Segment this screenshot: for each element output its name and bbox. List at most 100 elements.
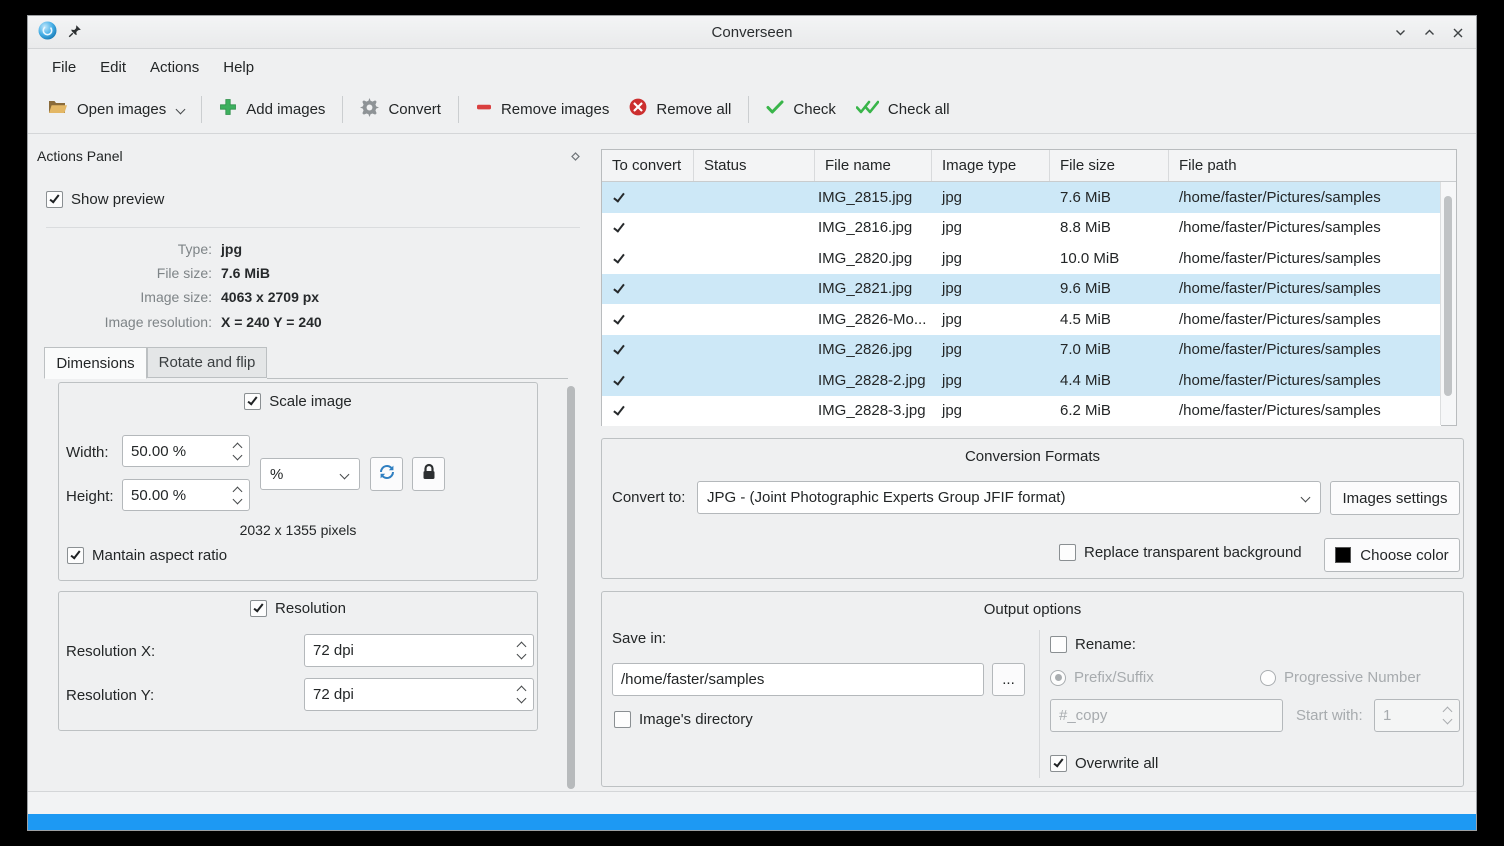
table-row[interactable]: IMG_2826-Mo... jpg 4.5 MiB /home/faster/…: [602, 304, 1441, 335]
cell-image-type: jpg: [932, 311, 1050, 328]
height-label: Height:: [66, 488, 114, 505]
spinner-arrows[interactable]: [225, 442, 249, 461]
cell-file-size: 4.4 MiB: [1050, 372, 1169, 389]
remove-all-button[interactable]: Remove all: [619, 91, 741, 127]
resolution-x-spinbox[interactable]: 72 dpi: [304, 634, 534, 667]
resolution-y-label: Resolution Y:: [66, 687, 154, 704]
minimize-button[interactable]: [1394, 26, 1407, 39]
row-check-cell[interactable]: [602, 219, 694, 236]
table-scrollbar[interactable]: [1440, 182, 1456, 425]
col-image-type[interactable]: Image type: [932, 150, 1050, 181]
table-row[interactable]: IMG_2820.jpg jpg 10.0 MiB /home/faster/P…: [602, 243, 1441, 274]
spinner-arrows[interactable]: [225, 486, 249, 505]
menu-file[interactable]: File: [40, 54, 88, 81]
row-check-cell[interactable]: [602, 402, 694, 419]
info-image-size-label: Image size:: [28, 289, 212, 305]
cell-file-path: /home/faster/Pictures/samples: [1169, 219, 1441, 236]
overwrite-all-checkbox[interactable]: Overwrite all: [1050, 755, 1158, 772]
resolution-checkbox[interactable]: Resolution: [250, 600, 346, 617]
menu-actions[interactable]: Actions: [138, 54, 211, 81]
unit-combobox[interactable]: %: [260, 458, 360, 490]
cell-file-size: 8.8 MiB: [1050, 219, 1169, 236]
scrollbar-handle[interactable]: [1444, 196, 1452, 396]
divider: [1039, 630, 1040, 778]
add-images-button[interactable]: Add images: [209, 91, 335, 127]
replace-background-checkbox[interactable]: Replace transparent background: [1059, 544, 1302, 561]
row-check-cell[interactable]: [602, 280, 694, 297]
tab-rotate-and-flip[interactable]: Rotate and flip: [147, 347, 267, 378]
cell-image-type: jpg: [932, 341, 1050, 358]
tab-dimensions[interactable]: Dimensions: [44, 347, 147, 379]
scale-image-checkbox[interactable]: Scale image: [244, 393, 352, 410]
info-type-label: Type:: [28, 241, 212, 257]
col-to-convert[interactable]: To convert: [602, 150, 694, 181]
aspect-ratio-checkbox[interactable]: Mantain aspect ratio: [67, 547, 227, 564]
height-spinbox[interactable]: 50.00 %: [122, 479, 250, 511]
cell-file-path: /home/faster/Pictures/samples: [1169, 311, 1441, 328]
chevron-down-icon: [340, 469, 350, 479]
lock-ratio-button[interactable]: [412, 457, 445, 491]
show-preview-checkbox[interactable]: Show preview: [46, 191, 164, 208]
remove-images-button[interactable]: Remove images: [466, 92, 619, 126]
pin-icon[interactable]: [68, 24, 82, 42]
menu-edit[interactable]: Edit: [88, 54, 138, 81]
col-file-size[interactable]: File size: [1050, 150, 1169, 181]
format-combobox[interactable]: JPG - (Joint Photographic Experts Group …: [697, 481, 1321, 514]
table-row[interactable]: IMG_2815.jpg jpg 7.6 MiB /home/faster/Pi…: [602, 182, 1441, 213]
dock-float-icon[interactable]: [570, 149, 581, 166]
table-row[interactable]: IMG_2828-3.jpg jpg 6.2 MiB /home/faster/…: [602, 396, 1441, 427]
table-row[interactable]: IMG_2826.jpg jpg 7.0 MiB /home/faster/Pi…: [602, 335, 1441, 366]
row-check-cell[interactable]: [602, 189, 694, 206]
rename-pattern-field: [1050, 699, 1283, 732]
check-button[interactable]: Check: [756, 93, 846, 125]
toolbar-separator: [458, 96, 459, 123]
table-row[interactable]: IMG_2828-2.jpg jpg 4.4 MiB /home/faster/…: [602, 365, 1441, 396]
cell-file-path: /home/faster/Pictures/samples: [1169, 402, 1441, 419]
table-row[interactable]: IMG_2821.jpg jpg 9.6 MiB /home/faster/Pi…: [602, 274, 1441, 305]
minus-icon: [476, 99, 492, 119]
cell-file-name: IMG_2815.jpg: [815, 189, 932, 206]
width-spinbox[interactable]: 50.00 %: [122, 435, 250, 467]
open-images-button[interactable]: Open images: [38, 92, 194, 126]
convert-button[interactable]: Convert: [350, 91, 451, 128]
maximize-button[interactable]: [1423, 26, 1436, 39]
save-in-label: Save in:: [612, 630, 666, 647]
info-type: Type: jpg: [28, 241, 573, 257]
cell-file-size: 9.6 MiB: [1050, 280, 1169, 297]
col-status[interactable]: Status: [694, 150, 815, 181]
row-check-cell[interactable]: [602, 372, 694, 389]
resolution-y-value: 72 dpi: [305, 686, 509, 703]
refresh-button[interactable]: [370, 457, 403, 491]
add-images-label: Add images: [246, 101, 325, 118]
images-directory-checkbox[interactable]: Image's directory: [614, 711, 753, 728]
row-check-cell[interactable]: [602, 311, 694, 328]
close-button[interactable]: [1452, 27, 1464, 39]
color-swatch: [1335, 547, 1351, 563]
spinner-arrows[interactable]: [509, 685, 533, 704]
menu-help[interactable]: Help: [211, 54, 266, 81]
start-with-value: 1: [1375, 707, 1435, 724]
check-mark-icon: [613, 190, 625, 202]
info-file-size-label: File size:: [28, 265, 212, 281]
spinner-arrows[interactable]: [509, 641, 533, 660]
row-check-cell[interactable]: [602, 341, 694, 358]
choose-color-button[interactable]: Choose color: [1324, 538, 1460, 572]
col-file-name[interactable]: File name: [815, 150, 932, 181]
check-all-button[interactable]: Check all: [846, 93, 960, 125]
browse-button[interactable]: ...: [992, 663, 1025, 696]
save-path-input[interactable]: [613, 664, 983, 695]
table-row[interactable]: IMG_2816.jpg jpg 8.8 MiB /home/faster/Pi…: [602, 213, 1441, 244]
images-settings-button[interactable]: Images settings: [1330, 481, 1460, 515]
cell-image-type: jpg: [932, 402, 1050, 419]
panel-scrollbar[interactable]: [567, 386, 575, 789]
resolution-y-spinbox[interactable]: 72 dpi: [304, 678, 534, 711]
prefix-suffix-radio: Prefix/Suffix: [1050, 669, 1154, 686]
row-check-cell[interactable]: [602, 250, 694, 267]
save-path-field[interactable]: [612, 663, 984, 696]
file-table: To convert Status File name Image type F…: [601, 149, 1457, 426]
overwrite-all-label: Overwrite all: [1075, 755, 1158, 772]
col-file-path[interactable]: File path: [1169, 150, 1456, 181]
rename-checkbox[interactable]: Rename:: [1050, 636, 1136, 653]
unit-value: %: [261, 466, 341, 483]
progressive-number-radio: Progressive Number: [1260, 669, 1421, 686]
